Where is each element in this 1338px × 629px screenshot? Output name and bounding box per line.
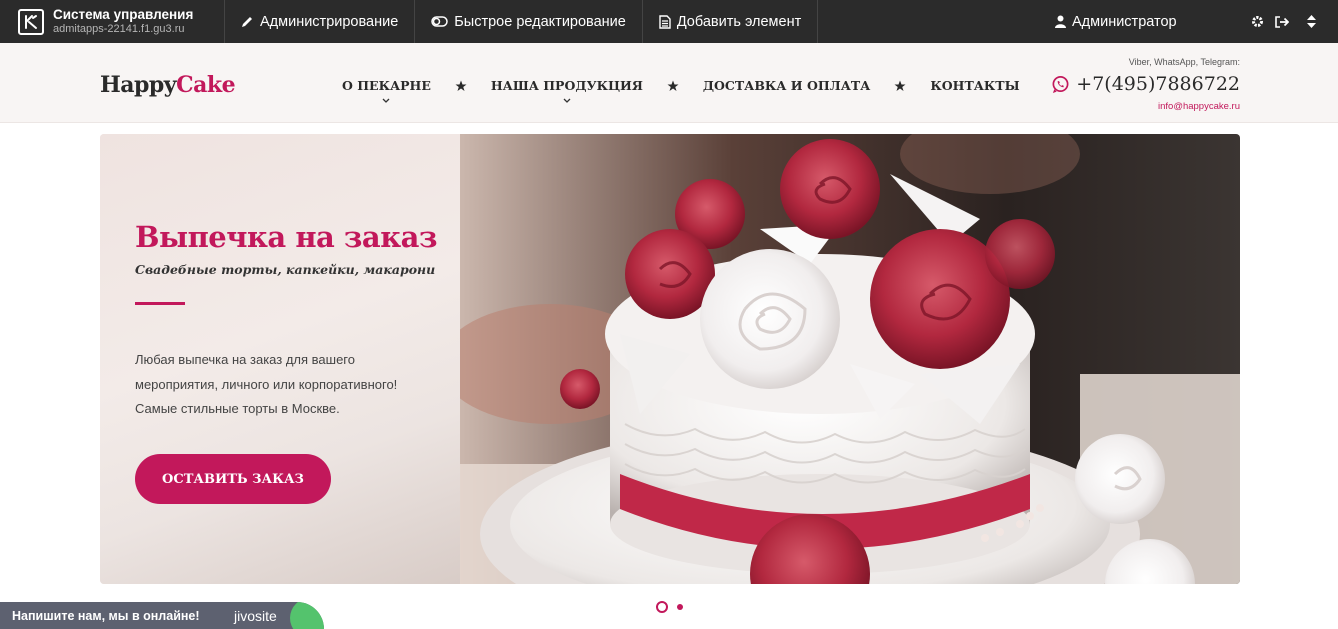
chat-label: Напишите нам, мы в онлайне! [0, 602, 222, 629]
site-logo[interactable]: HappyCake [100, 72, 236, 98]
admin-item-administration[interactable]: Администрирование [225, 0, 416, 43]
hero-slider: Выпечка на заказ Свадебные торты, капкей… [100, 134, 1240, 584]
user-icon [1055, 15, 1066, 28]
chat-brand-name: jivosite [234, 608, 277, 624]
admin-user-menu[interactable]: Администратор [1055, 0, 1177, 43]
settings-button[interactable] [1251, 0, 1264, 43]
order-button[interactable]: ОСТАВИТЬ ЗАКАЗ [135, 454, 331, 504]
admin-item-quick-edit[interactable]: Быстрое редактирование [415, 0, 643, 43]
nav-item-about[interactable]: О ПЕКАРНЕ [342, 78, 431, 103]
nav-item-delivery[interactable]: ДОСТАВКА И ОПЛАТА [703, 78, 870, 93]
admin-brand[interactable]: Система управления admitapps-22141.f1.gu… [0, 0, 225, 43]
hero-subtitle: Свадебные торты, капкейки, макарони [135, 262, 436, 277]
chevron-down-icon [563, 98, 571, 103]
chat-green-accent [290, 602, 324, 629]
phone-number: +7(495)7886722 [1076, 73, 1240, 95]
document-icon [659, 14, 671, 29]
admin-item-add-element[interactable]: Добавить элемент [643, 0, 819, 43]
pencil-icon [242, 17, 252, 27]
logo-text-happy: Happy [100, 72, 177, 98]
nav-item-products[interactable]: НАША ПРОДУКЦИЯ [490, 78, 643, 103]
admin-item-label: Быстрое редактирование [454, 13, 626, 30]
hero-title: Выпечка на заказ [135, 220, 437, 254]
site-header: HappyCake О ПЕКАРНЕ НАША ПРОДУКЦИЯ ДОСТА… [0, 43, 1338, 123]
admin-title: Система управления [53, 6, 194, 22]
cms-logo-icon [18, 8, 44, 35]
slider-dot-active[interactable] [656, 601, 668, 613]
admin-item-label: Добавить элемент [676, 13, 802, 30]
logout-icon [1275, 15, 1289, 28]
whatsapp-icon [1052, 75, 1069, 93]
jivosite-logo: jivosite [222, 602, 324, 629]
hero-description-line: Самые стильные торты в Москве. [135, 401, 340, 416]
admin-toolbar: Система управления admitapps-22141.f1.gu… [0, 0, 1338, 43]
star-icon [667, 80, 679, 92]
phone-link[interactable]: +7(495)7886722 [1051, 73, 1240, 95]
toggle-icon [431, 16, 449, 27]
nav-item-label: ДОСТАВКА И ОПЛАТА [702, 78, 871, 93]
chevron-down-icon [382, 98, 390, 103]
chat-widget[interactable]: Напишите нам, мы в онлайне! jivosite [0, 602, 324, 629]
hero-description: Любая выпечка на заказ для вашего меропр… [135, 348, 435, 422]
nav-item-label: КОНТАКТЫ [930, 78, 1020, 93]
hero-divider [135, 302, 185, 305]
admin-user-name: Администратор [1072, 13, 1177, 30]
email-link[interactable]: info@happycake.ru [1158, 101, 1240, 112]
admin-site-domain: admitapps-22141.f1.gu3.ru [53, 23, 185, 36]
collapse-toolbar-button[interactable] [1307, 0, 1316, 43]
logout-button[interactable] [1275, 0, 1289, 43]
slider-pagination [656, 601, 683, 613]
logo-text-cake: Cake [176, 72, 236, 98]
sort-arrows-icon [1307, 15, 1316, 28]
admin-item-label: Администрирование [260, 13, 399, 30]
hero-description-line: Любая выпечка на заказ для вашего [135, 352, 355, 367]
main-navigation: О ПЕКАРНЕ НАША ПРОДУКЦИЯ ДОСТАВКА И ОПЛА… [342, 78, 1020, 103]
cake-photo [460, 134, 1240, 584]
slider-dot[interactable] [677, 604, 683, 610]
nav-item-label: НАША ПРОДУКЦИЯ [490, 78, 643, 93]
hero-description-line: мероприятия, личного или корпоративного! [135, 376, 398, 392]
messengers-note: Viber, WhatsApp, Telegram: [1128, 57, 1240, 67]
gear-icon [1252, 16, 1263, 27]
hero-text-panel: Выпечка на заказ Свадебные торты, капкей… [100, 134, 460, 584]
nav-item-label: О ПЕКАРНЕ [342, 78, 431, 93]
star-icon [894, 80, 906, 92]
star-icon [455, 80, 467, 92]
nav-item-contacts[interactable]: КОНТАКТЫ [930, 78, 1019, 93]
